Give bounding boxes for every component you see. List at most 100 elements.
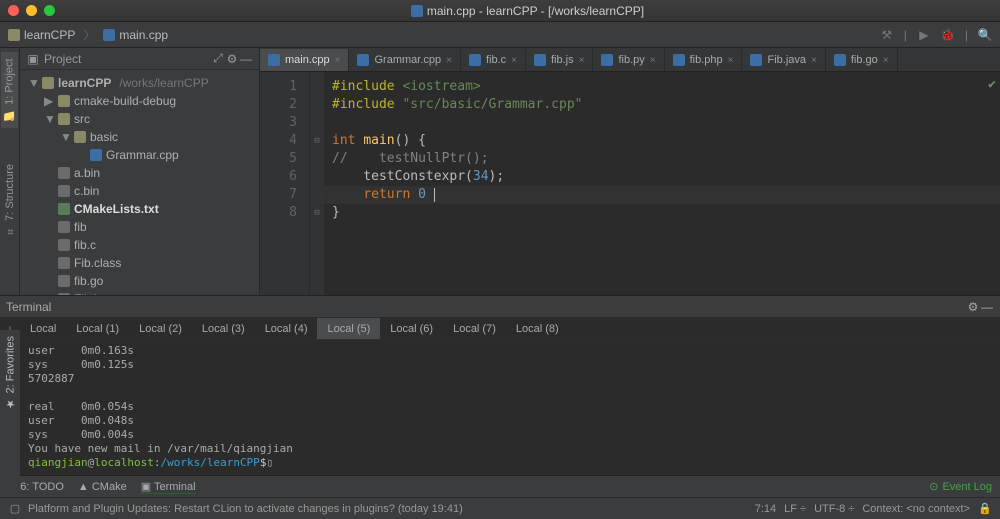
- tree-item-label: fib: [74, 220, 87, 234]
- terminal-tab[interactable]: Local (4): [255, 318, 318, 339]
- tool-tab-structure[interactable]: ⌗ 7: Structure: [2, 158, 18, 242]
- build-icon[interactable]: ⚒: [880, 28, 894, 42]
- terminal-tab[interactable]: Local (5): [317, 318, 380, 339]
- status-bar: ▢ Platform and Plugin Updates: Restart C…: [0, 497, 1000, 519]
- gear-icon[interactable]: ⚙: [225, 52, 239, 66]
- context-widget[interactable]: Context: <no context>: [862, 503, 970, 515]
- close-window-icon[interactable]: [8, 5, 19, 16]
- editor-tab[interactable]: main.cpp×: [260, 49, 349, 71]
- main-content: 📁 1: Project ⌗ 7: Structure ▣ Project ⤢ …: [0, 48, 1000, 295]
- search-icon[interactable]: 🔍: [978, 28, 992, 42]
- collapse-icon[interactable]: ⤢: [211, 52, 225, 66]
- tree-root[interactable]: ▼ learnCPP /works/learnCPP: [20, 74, 259, 92]
- tree-item[interactable]: CMakeLists.txt: [20, 200, 259, 218]
- debug-icon[interactable]: 🐞: [941, 28, 955, 42]
- tool-cmake[interactable]: ▲ CMake: [78, 481, 127, 493]
- tool-tab-favorites[interactable]: ★ 2: Favorites: [2, 330, 19, 416]
- terminal-tab[interactable]: Local (3): [192, 318, 255, 339]
- window-controls: [8, 5, 55, 16]
- code-line[interactable]: #include <iostream>: [332, 78, 992, 96]
- event-log-button[interactable]: ⊙ Event Log: [929, 480, 992, 493]
- tree-item[interactable]: ▼src: [20, 110, 259, 128]
- tree-item-label: basic: [90, 130, 118, 144]
- close-tab-icon[interactable]: ×: [511, 55, 517, 66]
- editor-tab[interactable]: fib.c×: [461, 49, 526, 71]
- breadcrumb[interactable]: learnCPP 〉 main.cpp: [8, 26, 168, 43]
- tree-item[interactable]: Fib.class: [20, 254, 259, 272]
- tree-item[interactable]: fib.c: [20, 236, 259, 254]
- file-icon: [357, 54, 369, 66]
- editor-tab[interactable]: Fib.java ×: [742, 49, 825, 71]
- tool-terminal[interactable]: ▣ Terminal: [141, 480, 196, 494]
- terminal-tab[interactable]: Local (1): [66, 318, 129, 339]
- code-line[interactable]: }: [332, 204, 992, 222]
- tree-item[interactable]: Grammar.cpp: [20, 146, 259, 164]
- tree-item[interactable]: fib: [20, 218, 259, 236]
- tree-item[interactable]: ▼basic: [20, 128, 259, 146]
- gear-icon[interactable]: ⚙: [966, 300, 980, 314]
- editor-tab[interactable]: fib.php ×: [665, 49, 743, 71]
- tool-tab-project[interactable]: 📁 1: Project: [1, 52, 18, 128]
- terminal-tabs: LocalLocal (1)Local (2)Local (3)Local (4…: [20, 318, 1000, 340]
- editor-tab-label: Fib.java: [767, 54, 806, 66]
- project-tree[interactable]: ▼ learnCPP /works/learnCPP ▶cmake-build-…: [20, 70, 259, 295]
- terminal-output[interactable]: user 0m0.163s sys 0m0.125s 5702887 real …: [20, 340, 1000, 475]
- editor: main.cpp×Grammar.cpp×fib.c×fib.js×fib.py…: [260, 48, 1000, 295]
- file-icon: [58, 167, 70, 179]
- fold-gutter[interactable]: ⊟⊟: [310, 72, 324, 295]
- line-ending[interactable]: LF ÷: [784, 503, 806, 515]
- minimize-window-icon[interactable]: [26, 5, 37, 16]
- terminal-tab[interactable]: Local (8): [506, 318, 569, 339]
- editor-tab[interactable]: fib.py×: [593, 49, 664, 71]
- close-tab-icon[interactable]: ×: [335, 55, 341, 66]
- titlebar: main.cpp - learnCPP - [/works/learnCPP]: [0, 0, 1000, 22]
- code-area[interactable]: 12345678 ⊟⊟ ✔ #include <iostream>#includ…: [260, 72, 1000, 295]
- editor-tab[interactable]: fib.go ×: [826, 49, 898, 71]
- hide-icon[interactable]: —: [239, 52, 253, 66]
- code-line[interactable]: int main() {: [332, 132, 992, 150]
- caret-position[interactable]: 7:14: [755, 503, 776, 515]
- editor-tab[interactable]: Grammar.cpp×: [349, 49, 460, 71]
- tree-item[interactable]: fib.go: [20, 272, 259, 290]
- editor-tab-label: fib.php: [690, 54, 723, 66]
- tree-item[interactable]: c.bin: [20, 182, 259, 200]
- code-line[interactable]: [332, 114, 992, 132]
- tree-item[interactable]: a.bin: [20, 164, 259, 182]
- close-tab-icon[interactable]: ×: [650, 55, 656, 66]
- close-tab-icon[interactable]: ×: [811, 55, 817, 66]
- tree-item-label: Fib.class: [74, 256, 121, 270]
- bottom-tool-bar: ✦ 6: TODO ▲ CMake ▣ Terminal ⊙ Event Log: [0, 475, 1000, 497]
- tree-item[interactable]: ▶cmake-build-debug: [20, 92, 259, 110]
- status-message[interactable]: Platform and Plugin Updates: Restart CLi…: [28, 503, 463, 515]
- hide-icon[interactable]: —: [980, 300, 994, 314]
- breadcrumb-file[interactable]: main.cpp: [119, 28, 168, 42]
- project-pane-title: Project: [44, 52, 81, 66]
- close-tab-icon[interactable]: ×: [728, 55, 734, 66]
- lock-icon[interactable]: 🔒: [978, 502, 992, 516]
- terminal-title: Terminal: [6, 300, 51, 314]
- code-line[interactable]: #include "src/basic/Grammar.cpp": [332, 96, 992, 114]
- terminal-tab[interactable]: Local (2): [129, 318, 192, 339]
- file-encoding[interactable]: UTF-8 ÷: [814, 503, 854, 515]
- editor-tab-label: fib.go: [851, 54, 878, 66]
- terminal-tab[interactable]: Local (6): [380, 318, 443, 339]
- close-tab-icon[interactable]: ×: [446, 55, 452, 66]
- project-view-icon[interactable]: ▣: [26, 52, 40, 66]
- status-icon[interactable]: ▢: [8, 502, 22, 516]
- run-icon[interactable]: ▶: [917, 28, 931, 42]
- close-tab-icon[interactable]: ×: [579, 55, 585, 66]
- maximize-window-icon[interactable]: [44, 5, 55, 16]
- inspection-ok-icon[interactable]: ✔: [988, 76, 996, 94]
- terminal-tab[interactable]: Local: [20, 318, 66, 339]
- window-title: main.cpp - learnCPP - [/works/learnCPP]: [63, 4, 992, 18]
- breadcrumb-project[interactable]: learnCPP: [24, 28, 75, 42]
- file-icon: [469, 54, 481, 66]
- close-tab-icon[interactable]: ×: [883, 55, 889, 66]
- code-line[interactable]: testConstexpr(34);: [332, 168, 992, 186]
- editor-tab[interactable]: fib.js×: [526, 49, 593, 71]
- code-text[interactable]: ✔ #include <iostream>#include "src/basic…: [324, 72, 1000, 295]
- code-line[interactable]: // testNullPtr();: [332, 150, 992, 168]
- folder-icon: [8, 29, 20, 41]
- terminal-tab[interactable]: Local (7): [443, 318, 506, 339]
- terminal-tool-window: Terminal ⚙ — ＋ ✕ LocalLocal (1)Local (2)…: [0, 295, 1000, 475]
